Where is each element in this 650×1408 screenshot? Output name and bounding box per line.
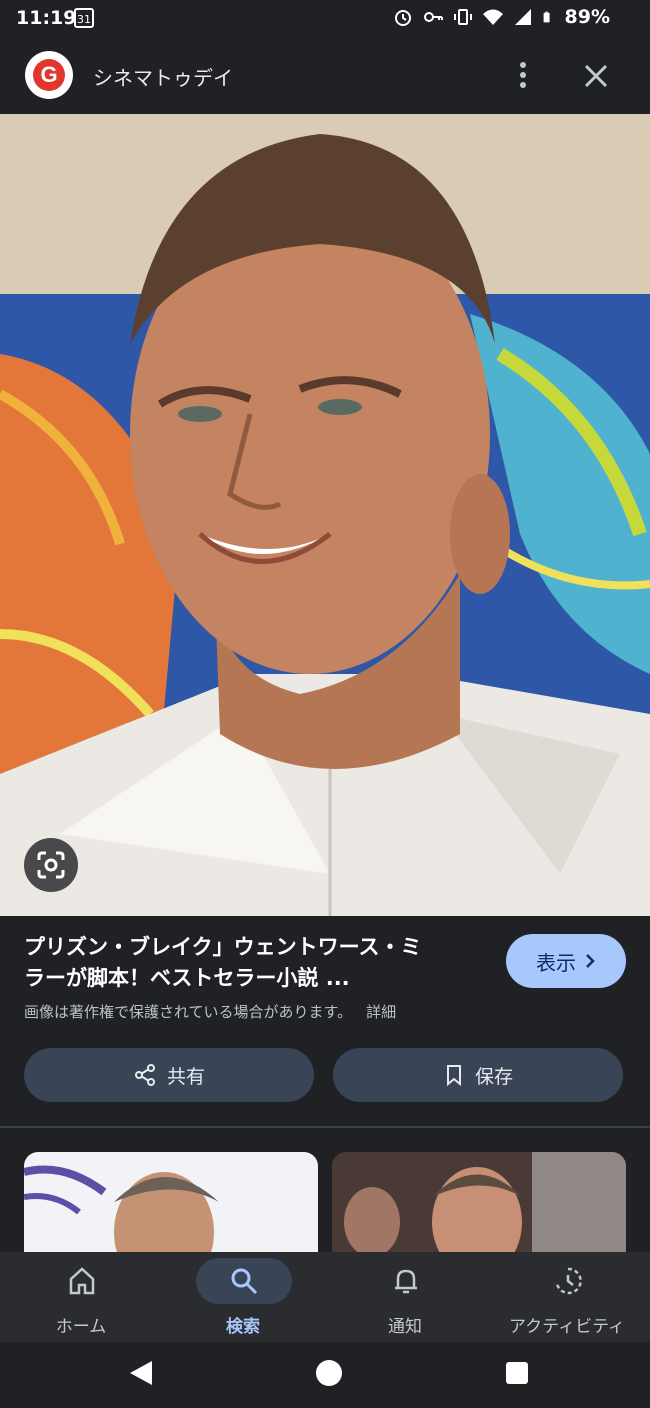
status-time: 11:19 bbox=[16, 7, 77, 29]
google-lens-button[interactable] bbox=[24, 838, 78, 892]
related-photo-1 bbox=[24, 1152, 318, 1252]
visit-button[interactable]: 表示 bbox=[506, 934, 626, 988]
site-name[interactable]: シネマトゥデイ bbox=[93, 62, 233, 91]
status-bar: 11:19 31 89% bbox=[0, 0, 650, 38]
bell-icon bbox=[395, 1269, 417, 1294]
back-icon[interactable] bbox=[126, 1358, 156, 1388]
vibrate-icon bbox=[453, 9, 472, 25]
battery-level: 89% bbox=[564, 6, 610, 28]
bottom-nav: ホーム 検索 通知 アクティビティ bbox=[0, 1252, 650, 1342]
detail-link[interactable]: 詳細 bbox=[366, 1003, 396, 1021]
battery-icon bbox=[543, 11, 550, 23]
copyright-notice: 画像は著作権で保護されている場合があります。 詳細 bbox=[24, 1001, 396, 1022]
site-logo-letter: G bbox=[33, 59, 65, 91]
nav-activity-label: アクティビティ bbox=[508, 1317, 626, 1337]
portrait-photo bbox=[0, 114, 650, 916]
nav-home[interactable]: ホーム bbox=[0, 1252, 162, 1342]
home-icon bbox=[69, 1267, 95, 1295]
header: G シネマトゥデイ bbox=[0, 38, 650, 114]
more-options-icon[interactable] bbox=[511, 58, 535, 92]
home-button-icon[interactable] bbox=[314, 1358, 344, 1388]
alarm-icon bbox=[394, 10, 411, 26]
calendar-icon: 31 bbox=[74, 8, 94, 28]
system-nav-bar bbox=[0, 1342, 650, 1408]
lens-icon bbox=[37, 851, 65, 879]
chevron-right-icon bbox=[586, 954, 595, 968]
close-icon[interactable] bbox=[580, 60, 612, 92]
nav-home-label: ホーム bbox=[55, 1317, 107, 1337]
nav-activity[interactable]: アクティビティ bbox=[486, 1252, 648, 1342]
save-button[interactable]: 保存 bbox=[333, 1048, 623, 1102]
save-label: 保存 bbox=[474, 1065, 513, 1088]
signal-icon bbox=[514, 9, 531, 25]
nav-search[interactable]: 検索 bbox=[162, 1252, 324, 1342]
related-photo-2 bbox=[332, 1152, 626, 1252]
nav-notifications-label: 通知 bbox=[388, 1317, 422, 1337]
share-button[interactable]: 共有 bbox=[24, 1048, 314, 1102]
recents-icon[interactable] bbox=[502, 1358, 532, 1388]
result-title-line1: プリズン・ブレイク」ウェントワース・ミ bbox=[24, 935, 422, 959]
divider bbox=[0, 1126, 650, 1128]
key-icon bbox=[423, 12, 443, 22]
related-image-1[interactable] bbox=[24, 1152, 318, 1252]
copyright-text: 画像は著作権で保護されている場合があります。 bbox=[24, 1003, 353, 1021]
activity-icon bbox=[555, 1267, 582, 1295]
status-icons: 89% bbox=[393, 6, 610, 28]
nav-notifications[interactable]: 通知 bbox=[324, 1252, 486, 1342]
main-image[interactable] bbox=[0, 114, 650, 916]
wifi-icon bbox=[482, 9, 503, 25]
share-label: 共有 bbox=[166, 1065, 205, 1088]
bookmark-icon bbox=[446, 1065, 461, 1087]
nav-search-label: 検索 bbox=[226, 1317, 260, 1337]
related-image-2[interactable] bbox=[332, 1152, 626, 1252]
result-title-line2: ラーが脚本！ベストセラー小説 ... bbox=[24, 966, 350, 990]
share-icon bbox=[134, 1064, 155, 1086]
search-icon bbox=[231, 1268, 258, 1295]
result-title[interactable]: プリズン・ブレイク」ウェントワース・ミ ラーが脚本！ベストセラー小説 ... bbox=[24, 932, 494, 994]
visit-label: 表示 bbox=[536, 950, 576, 975]
site-logo[interactable]: G bbox=[25, 51, 73, 99]
